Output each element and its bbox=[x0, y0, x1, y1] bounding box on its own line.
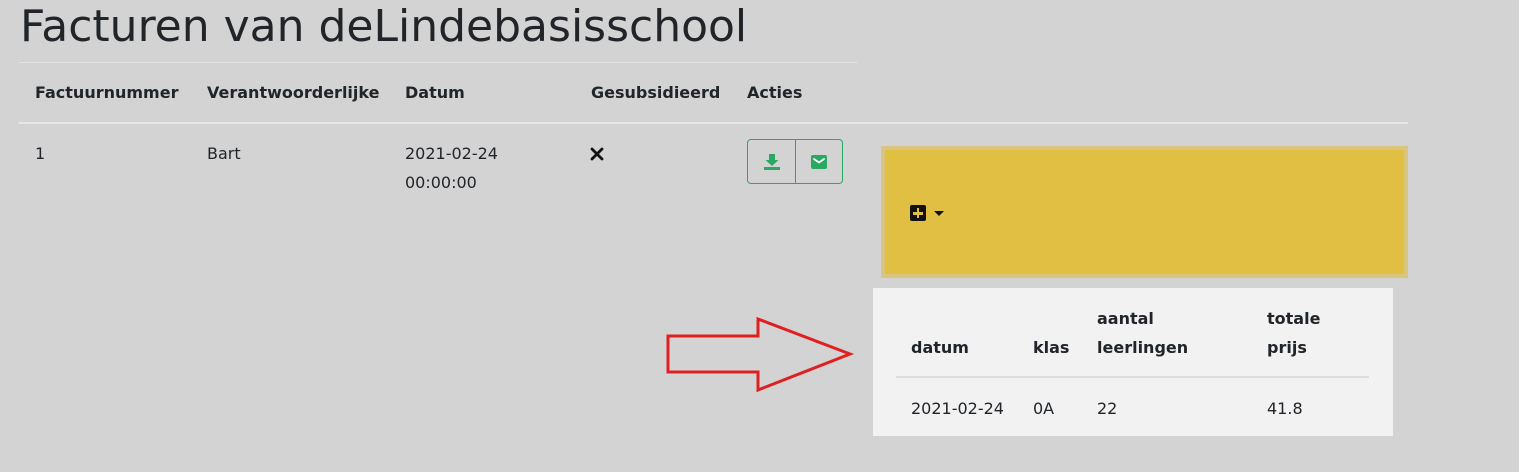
details-header-total: totale prijs bbox=[1267, 309, 1321, 357]
column-header-actions: Acties bbox=[747, 83, 803, 102]
details-date-cell: 2021-02-24 bbox=[911, 399, 1004, 418]
responsible-cell: Bart bbox=[207, 144, 241, 163]
download-icon bbox=[763, 153, 780, 170]
invoice-number-cell: 1 bbox=[35, 144, 46, 163]
envelope-icon bbox=[811, 154, 827, 169]
caret-down-icon bbox=[934, 210, 944, 216]
details-class-cell: 0A bbox=[1033, 399, 1055, 418]
plus-square-icon bbox=[910, 205, 926, 221]
download-invoice-button[interactable] bbox=[747, 139, 796, 184]
mail-invoice-button[interactable] bbox=[796, 139, 843, 184]
column-header-responsible: Verantwoorderlijke bbox=[207, 83, 380, 102]
details-header-class: klas bbox=[1033, 338, 1070, 357]
details-header-date: datum bbox=[911, 338, 969, 357]
details-students-cell: 22 bbox=[1097, 399, 1118, 418]
expanded-row-panel bbox=[881, 146, 1408, 278]
title-divider bbox=[19, 62, 858, 63]
details-header-students: aantal leerlingen bbox=[1097, 309, 1189, 357]
add-dropdown-toggle[interactable] bbox=[910, 205, 944, 221]
red-arrow-annotation bbox=[666, 316, 855, 393]
details-table: datum klas aantal leerlingen totale prij… bbox=[873, 288, 1393, 436]
details-total-cell: 41.8 bbox=[1267, 399, 1303, 418]
column-header-subsidized: Gesubsidieerd bbox=[591, 83, 721, 102]
details-header-divider bbox=[896, 376, 1369, 378]
page-title: Facturen van deLindebasisschool bbox=[20, 1, 748, 52]
column-header-invoice-number: Factuurnummer bbox=[35, 83, 179, 102]
table-header-divider bbox=[19, 122, 1408, 124]
invoice-actions-group bbox=[747, 139, 843, 184]
date-cell: 2021-02-24 00:00:00 bbox=[405, 144, 498, 192]
times-icon bbox=[590, 147, 604, 161]
column-header-date: Datum bbox=[405, 83, 465, 102]
